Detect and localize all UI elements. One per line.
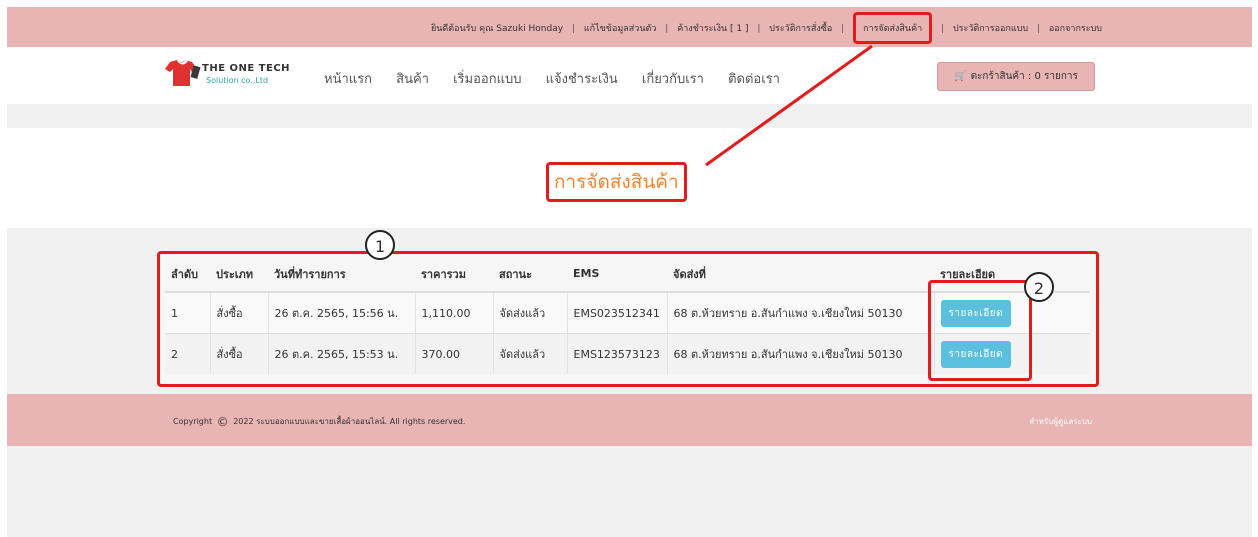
cell-no: 2 (165, 333, 210, 374)
col-date: วันที่ทำรายการ (268, 256, 415, 293)
page-title: การจัดส่งสินค้า (546, 162, 687, 202)
logo[interactable]: THE ONE TECH Solution co.,Ltd (164, 59, 304, 89)
cell-total: 370.00 (414, 333, 493, 374)
pending-payment-link[interactable]: ค้างชำระเงิน [ 1 ] (677, 21, 748, 35)
shirt-logo-icon (165, 60, 201, 86)
nav-contact[interactable]: ติดต่อเรา (728, 72, 780, 87)
nav-about[interactable]: เกี่ยวกับเรา (642, 72, 704, 87)
cell-address: 68 ต.ห้วยทราย อ.สันกำแพง จ.เชียงใหม่ 501… (666, 291, 934, 334)
logout-link[interactable]: ออกจากระบบ (1049, 21, 1102, 35)
nav-home[interactable]: หน้าแรก (324, 72, 372, 87)
nav-payment[interactable]: แจ้งชำระเงิน (546, 72, 618, 87)
cell-date: 26 ต.ค. 2565, 15:53 น. (267, 333, 415, 374)
separator: | (1036, 24, 1040, 34)
footer: Copyright © 2022 ระบบออกแบบและขายเสื้อผ้… (7, 394, 1252, 446)
cart-label: ตะกร้าสินค้า : 0 รายการ (970, 71, 1078, 82)
page-canvas: ยินดีต้อนรับ คุณ Sazuki Honday | แก้ไขข้… (7, 7, 1252, 537)
col-status: สถานะ (493, 256, 567, 293)
logo-line1: THE ONE TECH (202, 63, 291, 74)
top-links: ยินดีต้อนรับ คุณ Sazuki Honday | แก้ไขข้… (430, 12, 1102, 44)
copyright-post: 2022 ระบบออกแบบและขายเสื้อผ้าออนไลน์. Al… (233, 417, 466, 426)
admin-link[interactable]: สำหรับผู้ดูแลระบบ (1029, 415, 1092, 428)
nav-start-design[interactable]: เริ่มออกแบบ (453, 72, 521, 87)
main-navbar: THE ONE TECH Solution co.,Ltd หน้าแรก สิ… (7, 47, 1252, 104)
detail-column-highlight (928, 280, 1032, 381)
copyright-icon: © (216, 415, 229, 429)
logo-line2: Solution co.,Ltd (206, 76, 269, 85)
col-type: ประเภท (210, 256, 268, 293)
col-total: ราคารวม (415, 256, 493, 293)
order-history-link[interactable]: ประวัติการสั่งซื้อ (769, 21, 832, 35)
annotation-badge-2: 2 (1024, 272, 1054, 302)
cell-type: สั่งซื้อ (209, 291, 268, 334)
col-address: จัดส่งที่ (667, 256, 934, 293)
separator: | (941, 24, 945, 34)
edit-profile-link[interactable]: แก้ไขข้อมูลส่วนตัว (584, 21, 657, 35)
shipping-link[interactable]: การจัดส่งสินค้า (853, 12, 933, 44)
cart-icon: 🛒 (954, 71, 967, 82)
main-nav: หน้าแรก สินค้า เริ่มออกแบบ แจ้งชำระเงิน … (324, 68, 800, 89)
separator: | (841, 24, 845, 34)
cell-ems: EMS123573123 (566, 333, 667, 374)
annotation-badge-1: 1 (365, 230, 395, 260)
welcome-text: ยินดีต้อนรับ คุณ Sazuki Honday (430, 24, 564, 34)
cart-button[interactable]: 🛒 ตะกร้าสินค้า : 0 รายการ (937, 62, 1095, 91)
cell-total: 1,110.00 (414, 291, 493, 334)
nav-products[interactable]: สินค้า (396, 72, 429, 87)
cell-type: สั่งซื้อ (209, 333, 268, 374)
copyright-pre: Copyright (173, 417, 213, 426)
cell-address: 68 ต.ห้วยทราย อ.สันกำแพง จ.เชียงใหม่ 501… (666, 333, 934, 374)
cell-status: จัดส่งแล้ว (492, 291, 567, 334)
col-no: ลำดับ (165, 256, 210, 293)
separator: | (665, 24, 669, 34)
col-ems: EMS (567, 256, 667, 293)
copyright-text: Copyright © 2022 ระบบออกแบบและขายเสื้อผ้… (173, 415, 465, 429)
cell-status: จัดส่งแล้ว (492, 333, 567, 374)
separator: | (571, 24, 575, 34)
cell-no: 1 (165, 291, 210, 334)
separator: | (757, 24, 761, 34)
cell-date: 26 ต.ค. 2565, 15:56 น. (267, 291, 415, 334)
design-history-link[interactable]: ประวัติการออกแบบ (953, 21, 1028, 35)
cell-ems: EMS023512341 (566, 291, 667, 334)
top-bar: ยินดีต้อนรับ คุณ Sazuki Honday | แก้ไขข้… (7, 7, 1252, 47)
